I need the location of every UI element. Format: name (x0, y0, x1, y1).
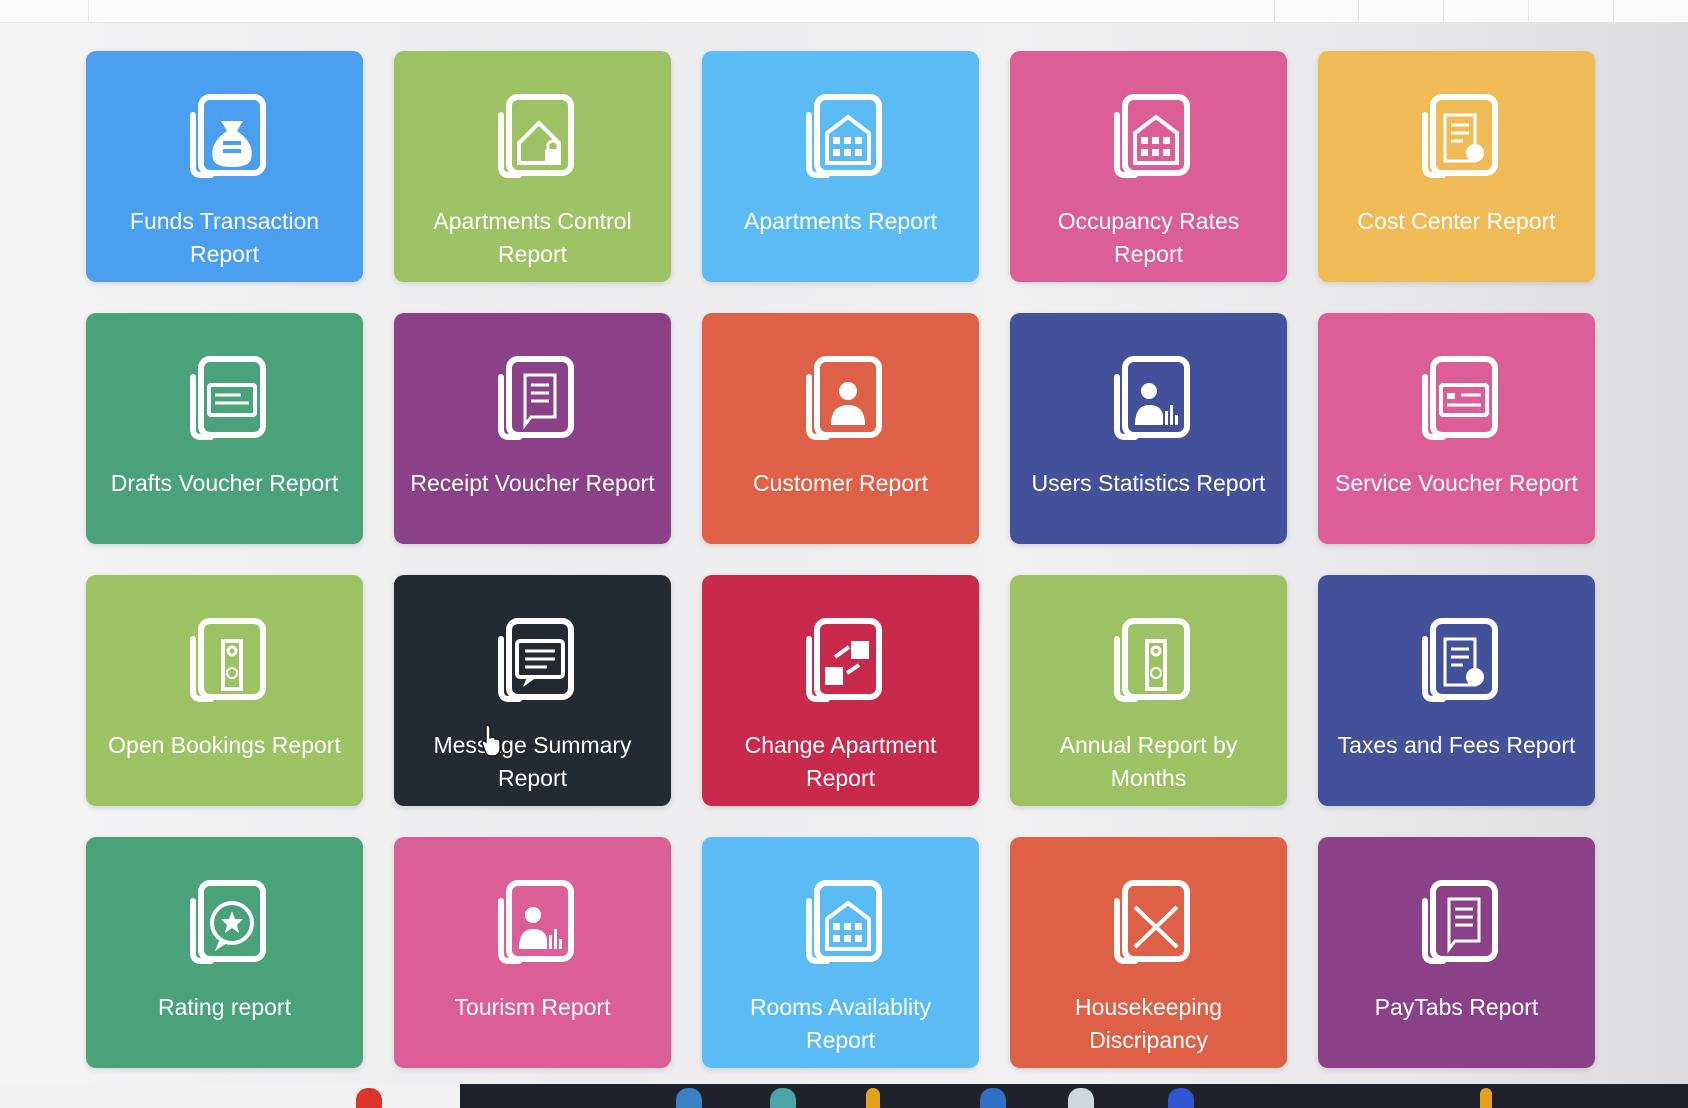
app-icon[interactable] (980, 1088, 1006, 1108)
mouse-cursor-icon (481, 724, 501, 757)
report-tile[interactable]: Customer Report (702, 313, 979, 544)
tile-label: Tourism Report (454, 994, 611, 1020)
tile-label: Apartments Report (743, 208, 938, 234)
user-stats-icon (487, 879, 579, 965)
tile-label: Message Summary Report (433, 732, 632, 791)
report-tile[interactable]: Users Statistics Report (1010, 313, 1287, 544)
door-hanger-icon (1103, 617, 1195, 703)
tile-label: Housekeeping Discripancy (1074, 994, 1223, 1053)
report-tile[interactable]: Apartments Report (702, 51, 979, 282)
report-tile[interactable]: Message Summary Report (394, 575, 671, 806)
app-icon[interactable] (1480, 1088, 1492, 1108)
reports-grid: Funds Transaction Report Apartments Cont… (86, 51, 1596, 1068)
tile-label: Occupancy Rates Report (1057, 208, 1240, 267)
report-tile[interactable]: Rooms Availablity Report (702, 837, 979, 1068)
tile-label: Taxes and Fees Report (1337, 732, 1576, 758)
tile-label: Change Apartment Report (744, 732, 937, 791)
tile-label: PayTabs Report (1374, 994, 1539, 1020)
report-tile[interactable]: Annual Report by Months (1010, 575, 1287, 806)
report-tile[interactable]: Occupancy Rates Report (1010, 51, 1287, 282)
toolbar-divider (88, 0, 89, 22)
id-card-icon (1411, 355, 1503, 441)
report-tile[interactable]: Tourism Report (394, 837, 671, 1068)
report-tile[interactable]: Change Apartment Report (702, 575, 979, 806)
report-tile[interactable]: Cost Center Report (1318, 51, 1595, 282)
discrepancy-icon (1103, 879, 1195, 965)
app-icon[interactable] (1068, 1088, 1094, 1108)
user-stats-icon (1103, 355, 1195, 441)
tile-label: Apartments Control Report (433, 208, 632, 267)
report-tile[interactable]: Taxes and Fees Report (1318, 575, 1595, 806)
tile-label: Annual Report by Months (1059, 732, 1238, 791)
app-icon[interactable] (356, 1088, 382, 1108)
tile-label: Rooms Availablity Report (749, 994, 932, 1053)
building-icon (795, 93, 887, 179)
tile-label: Open Bookings Report (108, 732, 341, 758)
money-bag-icon (179, 93, 271, 179)
toolbar-divider (1443, 0, 1444, 22)
receipt-icon (1411, 879, 1503, 965)
tile-label: Users Statistics Report (1031, 470, 1266, 496)
star-chat-icon (179, 879, 271, 965)
app-icon[interactable] (676, 1088, 702, 1108)
report-tile[interactable]: Open Bookings Report (86, 575, 363, 806)
swap-buildings-icon (795, 617, 887, 703)
door-hanger-icon (179, 617, 271, 703)
report-tile[interactable]: Receipt Voucher Report (394, 313, 671, 544)
toolbar-divider (1613, 0, 1614, 22)
message-icon (487, 617, 579, 703)
app-icon[interactable] (866, 1088, 880, 1108)
building-icon (1103, 93, 1195, 179)
report-tile[interactable]: Service Voucher Report (1318, 313, 1595, 544)
report-tile[interactable]: Drafts Voucher Report (86, 313, 363, 544)
tile-label: Customer Report (752, 470, 929, 496)
tile-label: Cost Center Report (1357, 208, 1556, 234)
tile-label: Receipt Voucher Report (410, 470, 655, 496)
tile-label: Rating report (158, 994, 291, 1020)
taskbar-left-panel (0, 1084, 460, 1108)
report-tile[interactable]: Housekeeping Discripancy (1010, 837, 1287, 1068)
tile-label: Funds Transaction Report (129, 208, 320, 267)
toolbar-divider (1528, 0, 1529, 22)
voucher-card-icon (179, 355, 271, 441)
app-icon[interactable] (1168, 1088, 1194, 1108)
report-tile[interactable]: Funds Transaction Report (86, 51, 363, 282)
tile-label: Drafts Voucher Report (110, 470, 339, 496)
document-stack-icon (1411, 93, 1503, 179)
toolbar-divider (1274, 0, 1275, 22)
tile-label: Service Voucher Report (1335, 470, 1578, 496)
report-tile[interactable]: Apartments Control Report (394, 51, 671, 282)
building-icon (795, 879, 887, 965)
top-toolbar (0, 0, 1688, 23)
toolbar-divider (1358, 0, 1359, 22)
document-stack-icon (1411, 617, 1503, 703)
report-tile[interactable]: Rating report (86, 837, 363, 1068)
locked-house-icon (487, 93, 579, 179)
person-icon (795, 355, 887, 441)
report-tile[interactable]: PayTabs Report (1318, 837, 1595, 1068)
receipt-icon (487, 355, 579, 441)
taskbar (0, 1084, 1688, 1108)
app-icon[interactable] (770, 1088, 796, 1108)
